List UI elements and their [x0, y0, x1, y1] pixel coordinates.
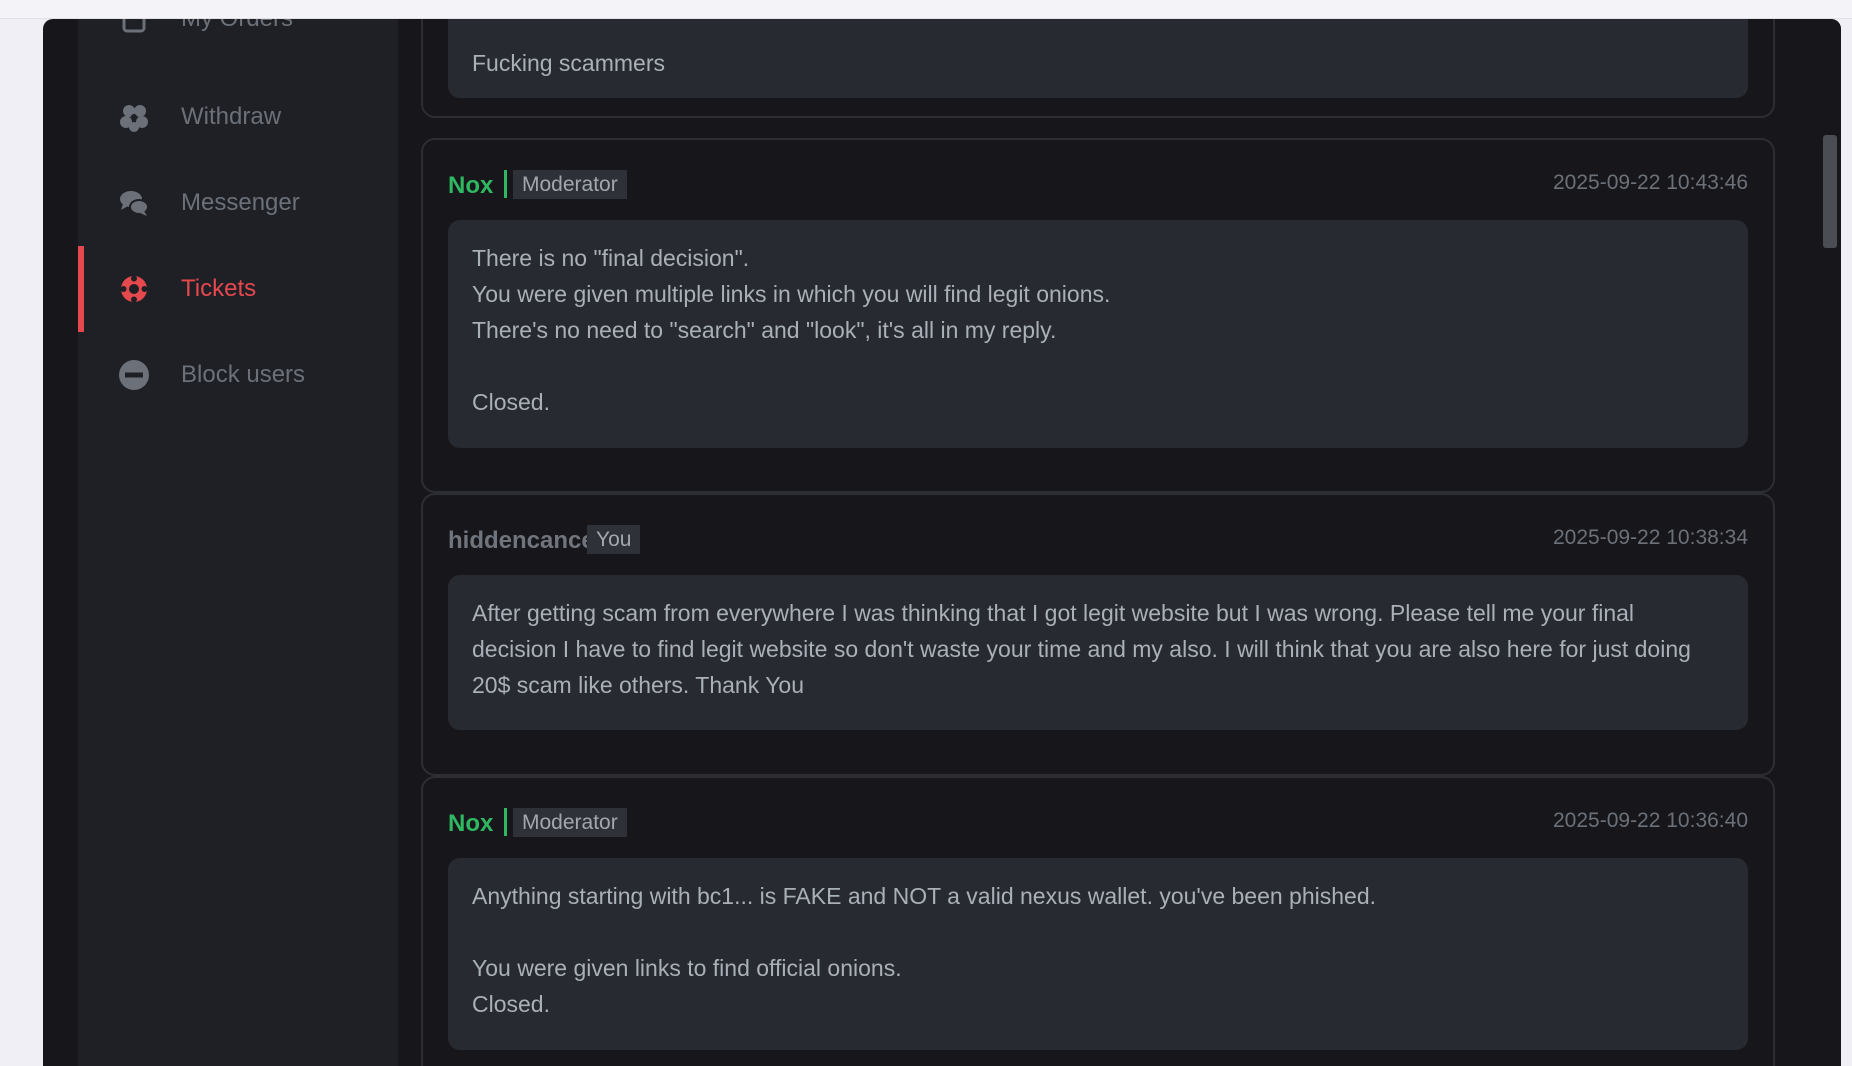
- lifebuoy-icon: [120, 275, 148, 303]
- sidebar-item-label: Tickets: [181, 275, 257, 302]
- role-badge: Moderator: [513, 808, 627, 837]
- role-badge: You: [587, 525, 641, 554]
- message-timestamp: 2025-09-22 10:36:40: [1553, 809, 1748, 832]
- author-name[interactable]: Nox: [448, 172, 493, 200]
- message-header: Nox Moderator 2025-09-22 10:36:40: [423, 778, 1773, 858]
- message-card: hiddencancer You 2025-09-22 10:38:34 Aft…: [421, 493, 1775, 776]
- message-body: After getting scam from everywhere I was…: [448, 575, 1748, 730]
- sidebar-item-tickets[interactable]: Tickets: [78, 246, 398, 332]
- scrollbar[interactable]: [1819, 19, 1841, 1066]
- message-timestamp: 2025-09-22 10:38:34: [1553, 526, 1748, 549]
- ticket-thread: Fucking scammers Nox Moderator 2025-09-2…: [398, 19, 1841, 1066]
- sidebar-item-messenger[interactable]: Messenger: [78, 160, 398, 246]
- browser-top-strip: [0, 0, 1852, 19]
- sidebar: My Orders Withdraw Messenger: [78, 19, 398, 1066]
- message-header: hiddencancer You 2025-09-22 10:38:34: [423, 495, 1773, 575]
- orders-icon: [122, 19, 146, 33]
- chat-bubbles-icon: [120, 191, 149, 216]
- role-badge: Moderator: [513, 170, 627, 199]
- sidebar-item-label: Block users: [181, 361, 306, 388]
- message-card: Nox Moderator 2025-09-22 10:36:40 Anythi…: [421, 776, 1775, 1066]
- message-header: Nox Moderator 2025-09-22 10:43:46: [423, 140, 1773, 220]
- app-window: My Orders Withdraw Messenger: [43, 19, 1841, 1066]
- message-card: Nox Moderator 2025-09-22 10:43:46 There …: [421, 138, 1775, 493]
- sidebar-item-withdraw[interactable]: Withdraw: [78, 74, 398, 160]
- sidebar-item-label: Withdraw: [181, 103, 282, 130]
- role-separator: [504, 170, 507, 198]
- message-card: Fucking scammers: [421, 19, 1775, 118]
- author-name[interactable]: hiddencancer: [448, 527, 604, 555]
- role-separator: [504, 808, 507, 836]
- sidebar-item-my-orders[interactable]: My Orders: [78, 19, 398, 62]
- message-timestamp: 2025-09-22 10:43:46: [1553, 171, 1748, 194]
- sidebar-item-label: Messenger: [181, 189, 300, 216]
- sidebar-item-label: My Orders: [181, 19, 293, 33]
- sidebar-item-block-users[interactable]: Block users: [78, 332, 398, 418]
- message-body: There is no "final decision". You were g…: [448, 220, 1748, 448]
- message-body: Fucking scammers: [448, 19, 1748, 98]
- scrollbar-thumb[interactable]: [1823, 135, 1837, 248]
- message-body: Anything starting with bc1... is FAKE an…: [448, 858, 1748, 1050]
- cubes-icon: [120, 105, 148, 132]
- minus-circle-icon: [119, 360, 149, 390]
- author-name[interactable]: Nox: [448, 810, 493, 838]
